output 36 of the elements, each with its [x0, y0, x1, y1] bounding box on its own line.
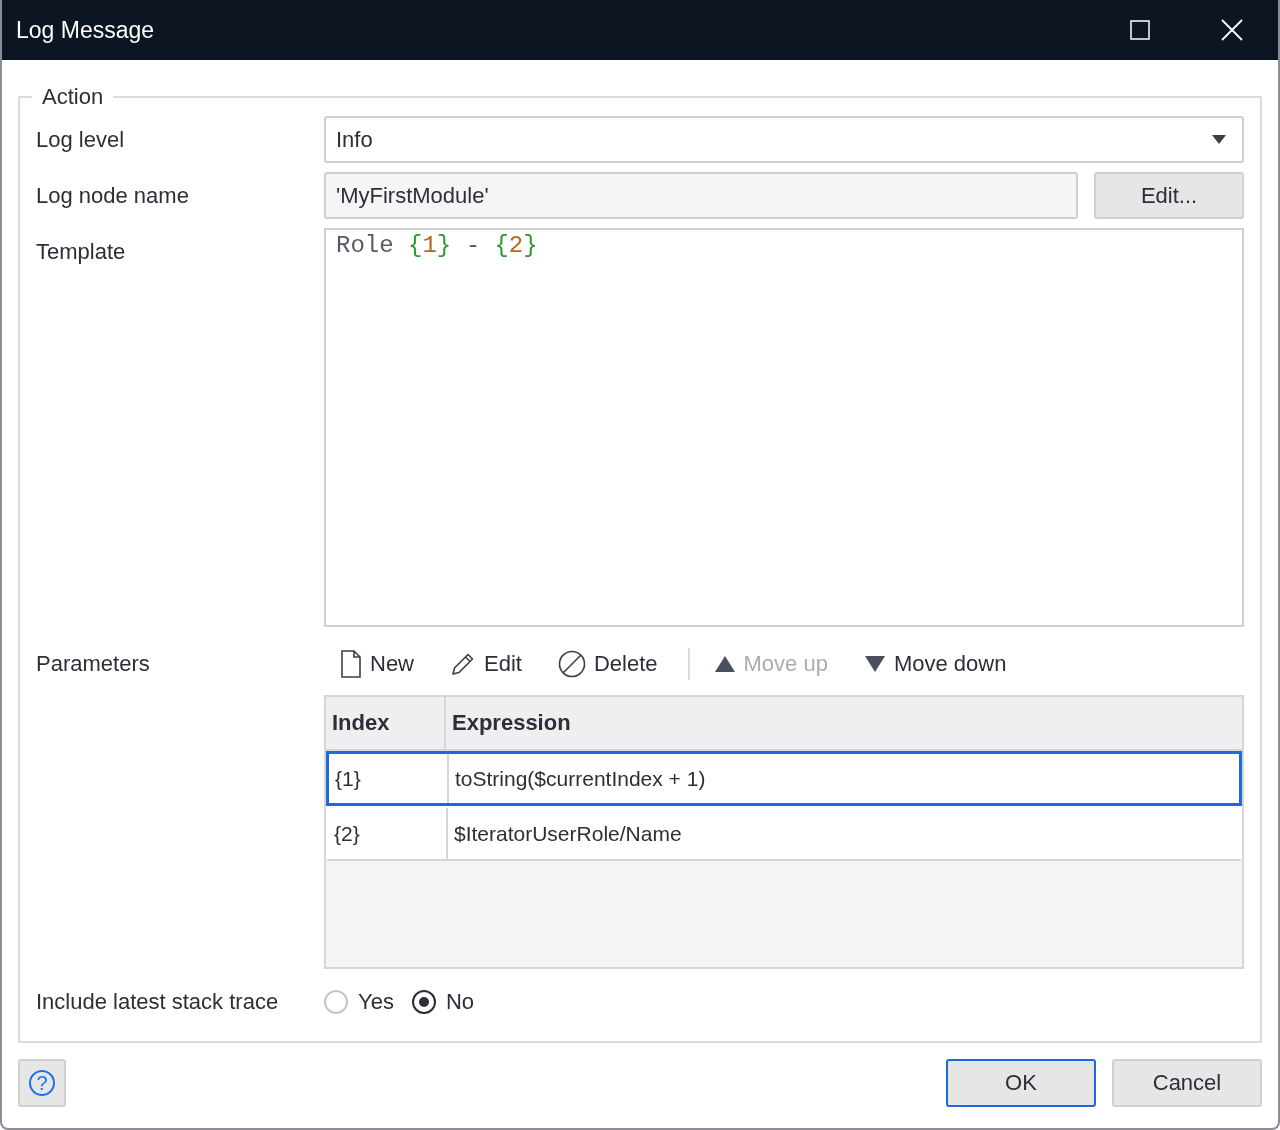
- field-label: Log level: [36, 125, 126, 154]
- ok-button[interactable]: OK: [946, 1059, 1096, 1107]
- maximize-icon: [1130, 20, 1150, 40]
- node-name-field[interactable]: 'MyFirstModule': [324, 172, 1078, 219]
- template-editor[interactable]: Role {1} - {2}: [324, 228, 1244, 627]
- table-row[interactable]: {2} $IteratorUserRole/Name: [326, 806, 1242, 861]
- field-label: Log node name: [36, 181, 190, 210]
- radio-label[interactable]: No: [445, 988, 474, 1015]
- document-icon: [340, 649, 362, 678]
- column-header[interactable]: Expression: [446, 697, 1242, 751]
- help-button[interactable]: ?: [18, 1059, 66, 1107]
- delete-button[interactable]: Delete: [557, 643, 658, 684]
- radio-label[interactable]: Yes: [358, 988, 394, 1015]
- new-button[interactable]: New: [340, 643, 414, 684]
- down-button[interactable]: Move down: [863, 643, 1007, 684]
- log-level-dropdown[interactable]: Info: [324, 116, 1244, 163]
- column-header[interactable]: Index: [326, 697, 446, 751]
- table-cell: {1}: [329, 754, 449, 803]
- edit-button[interactable]: Edit: [450, 643, 522, 684]
- caret-icon: [1212, 135, 1226, 144]
- prohibited-icon: [557, 649, 586, 678]
- field-label: Include latest stack trace: [36, 987, 280, 1016]
- window-title: Log Message: [16, 16, 156, 44]
- table-cell: {2}: [328, 808, 448, 859]
- edit-button[interactable]: Edit...: [1094, 172, 1244, 219]
- table-cell-text: toString($currentIndex + 1): [454, 765, 707, 792]
- radio-button[interactable]: [411, 989, 436, 1014]
- table-row[interactable]: {1} toString($currentIndex + 1): [326, 751, 1242, 806]
- group-title: Action: [41, 84, 105, 110]
- table-cell-text: $IteratorUserRole/Name: [453, 820, 683, 847]
- field-label: Parameters: [36, 649, 151, 678]
- triangle-up-icon: [713, 654, 736, 673]
- triangle-down-icon: [863, 654, 886, 673]
- cancel-button[interactable]: Cancel: [1112, 1059, 1262, 1107]
- close-icon: [1221, 19, 1243, 41]
- field-label: Template: [36, 237, 127, 266]
